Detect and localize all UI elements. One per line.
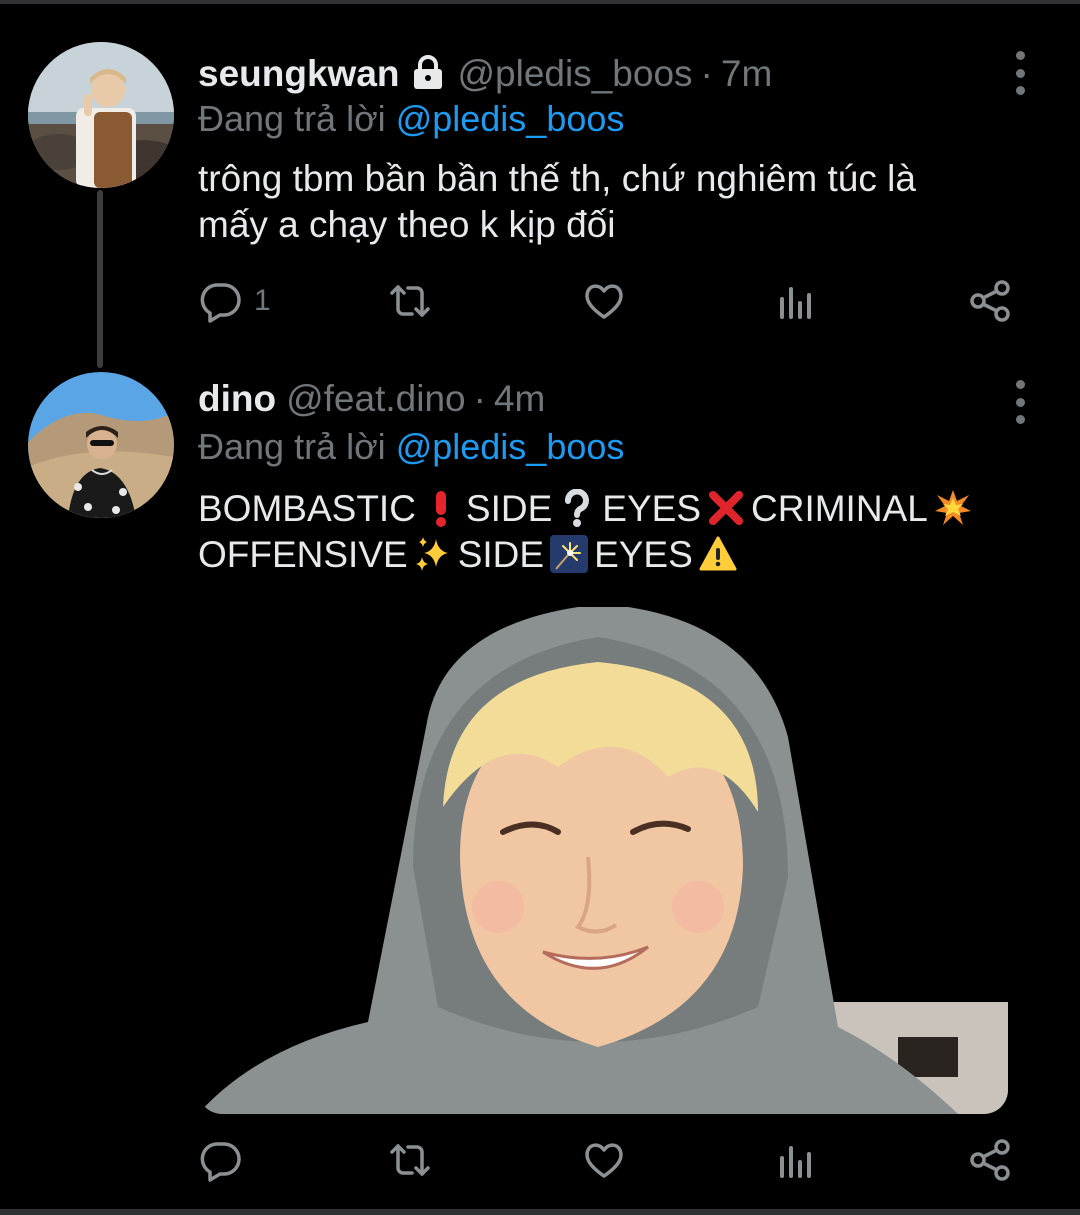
text-bombastic: BOMBASTIC — [198, 488, 416, 529]
lock-icon — [410, 55, 446, 89]
replying-to-label: Đang trả lời — [198, 98, 386, 139]
analytics-button[interactable] — [774, 276, 818, 326]
replying-to: Đang trả lời @pledis_boos — [198, 426, 624, 468]
sparkler-icon — [550, 535, 589, 573]
analytics-icon — [780, 1146, 811, 1178]
tweet-dino[interactable]: dino @feat.dino · 4m Đang trả lời @pledi… — [0, 370, 1080, 1209]
replying-to-label: Đang trả lời — [198, 426, 386, 467]
like-icon — [585, 1143, 623, 1178]
tweet-text-line: BOMBASTIC SIDE EYES CRIMINAL — [198, 486, 1018, 532]
text-side-2: SIDE — [457, 534, 545, 575]
reply-icon — [200, 1142, 241, 1182]
user-handle[interactable]: @pledis_boos — [458, 53, 693, 95]
like-button[interactable] — [582, 276, 626, 326]
bottom-divider — [0, 1209, 1080, 1215]
share-button[interactable] — [968, 1135, 1012, 1185]
tweet-media-image[interactable] — [198, 607, 1008, 1114]
cross-mark-icon — [707, 489, 745, 527]
thread-connector — [97, 190, 103, 368]
like-button[interactable] — [582, 1135, 626, 1185]
more-icon[interactable] — [1008, 51, 1032, 95]
analytics-button[interactable] — [774, 1135, 818, 1185]
retweet-button[interactable] — [388, 276, 432, 326]
text-criminal: CRIMINAL — [751, 488, 928, 529]
text-offensive: OFFENSIVE — [198, 534, 408, 575]
reply-button[interactable]: 1 — [198, 276, 271, 326]
tweet-actions — [198, 1135, 1018, 1185]
share-button[interactable] — [968, 276, 1012, 326]
white-question-icon — [558, 488, 596, 527]
share-icon — [970, 1139, 1010, 1181]
tweet-actions: 1 — [198, 276, 1018, 326]
sparkles-icon — [414, 535, 452, 573]
avatar[interactable] — [28, 372, 174, 518]
separator-dot: · — [700, 53, 713, 94]
tweet-seungkwan[interactable]: seungkwan @pledis_boos · 7m Đang trả lời… — [0, 0, 1080, 370]
red-exclamation-icon — [422, 489, 460, 527]
analytics-icon — [780, 287, 811, 319]
tweet-text-line: mấy a chạy theo k kịp đối — [198, 204, 616, 245]
reply-count: 1 — [254, 284, 271, 317]
warning-icon — [699, 535, 737, 573]
text-side: SIDE — [465, 488, 553, 529]
tweet-header: dino @feat.dino · 4m — [198, 378, 545, 424]
collision-icon — [934, 489, 972, 527]
display-name[interactable]: dino — [198, 378, 276, 420]
replying-to: Đang trả lời @pledis_boos — [198, 98, 624, 140]
share-icon — [970, 280, 1010, 322]
timestamp[interactable]: 4m — [494, 378, 545, 420]
text-eyes: EYES — [602, 488, 701, 529]
display-name[interactable]: seungkwan — [198, 53, 400, 95]
text-eyes-2: EYES — [594, 534, 693, 575]
more-icon[interactable] — [1008, 380, 1032, 424]
retweet-icon — [390, 1144, 430, 1176]
tweet-text-line: OFFENSIVE SIDE EYES — [198, 532, 1018, 578]
user-handle[interactable]: @feat.dino — [286, 378, 466, 420]
separator-dot: · — [473, 378, 486, 419]
replying-to-handle[interactable]: @pledis_boos — [396, 426, 625, 467]
avatar[interactable] — [28, 42, 174, 188]
tweet-text-line: trông tbm bần bần thế th, chứ nghiêm túc… — [198, 158, 916, 199]
reply-icon — [200, 283, 241, 323]
retweet-button[interactable] — [388, 1135, 432, 1185]
tweet-text: BOMBASTIC SIDE EYES CRIMINAL OFFENSIVE SIDE E… — [198, 486, 1018, 578]
retweet-icon — [390, 285, 430, 317]
reply-button[interactable] — [198, 1135, 254, 1185]
tweet-text: trông tbm bần bần thế th, chứ nghiêm túc… — [198, 156, 1018, 248]
tweet-header: seungkwan @pledis_boos · 7m — [198, 52, 772, 98]
like-icon — [585, 284, 623, 319]
replying-to-handle[interactable]: @pledis_boos — [396, 98, 625, 139]
timestamp[interactable]: 7m — [721, 53, 772, 95]
